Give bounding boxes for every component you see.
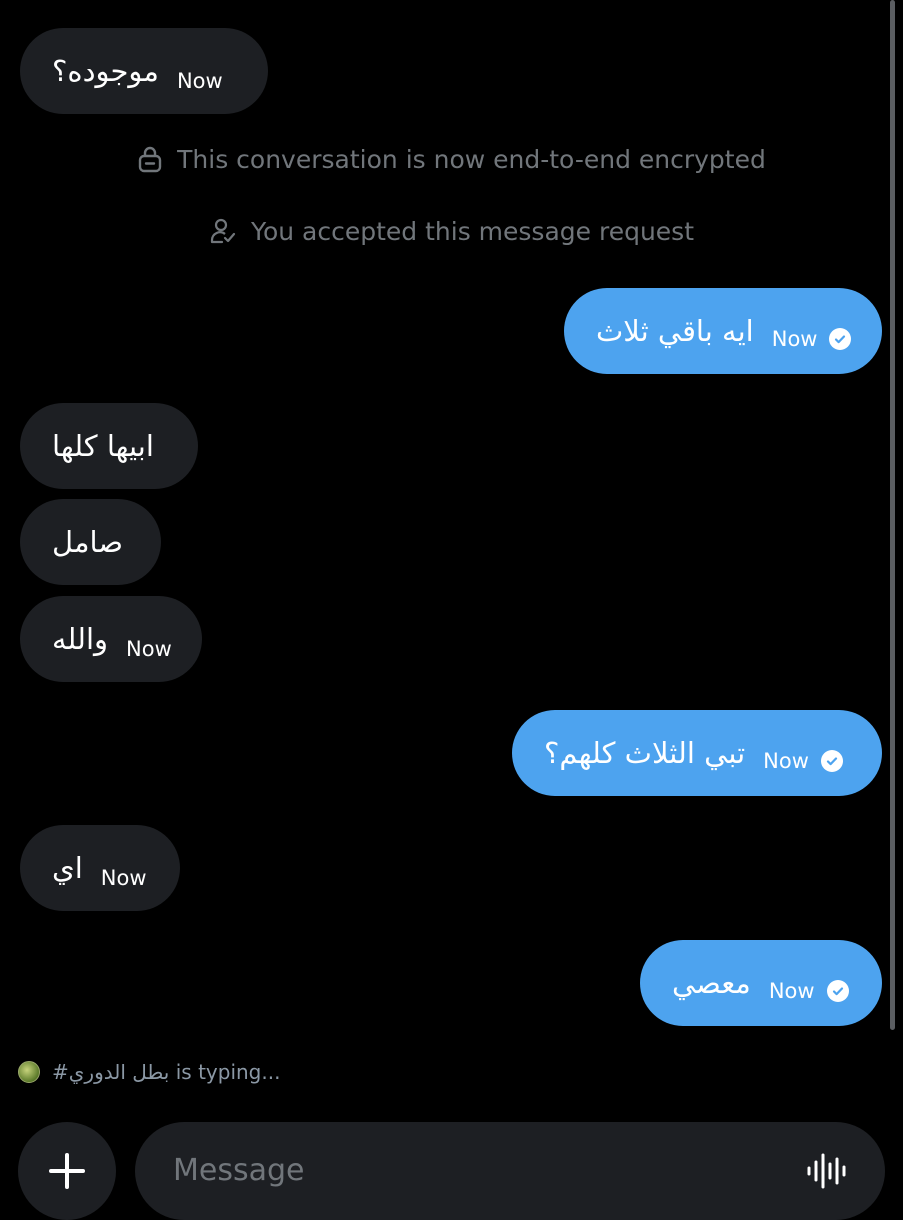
message-meta: Now: [772, 327, 852, 351]
message-meta: Now: [101, 866, 147, 890]
incoming-message[interactable]: صامل: [20, 499, 161, 585]
message-meta: Now: [177, 69, 223, 93]
incoming-message[interactable]: ابيها كلها: [20, 403, 198, 489]
incoming-message[interactable]: والله Now: [20, 596, 202, 682]
message-input[interactable]: [171, 1151, 735, 1189]
message-text: موجوده؟: [52, 54, 159, 88]
message-text: اي: [52, 851, 83, 885]
outgoing-message[interactable]: معصي Now: [640, 940, 882, 1026]
incoming-message[interactable]: اي Now: [20, 825, 180, 911]
voice-message-button[interactable]: [805, 1151, 849, 1191]
message-time: Now: [176, 69, 223, 93]
message-text: معصي: [672, 966, 751, 1000]
request-accepted-notice: You accepted this message request: [0, 214, 903, 248]
message-time: Now: [771, 327, 818, 351]
message-text: ايه باقي ثلاث: [596, 314, 754, 348]
plus-icon: [49, 1153, 85, 1189]
typing-indicator-text: #بطل الدوري is typing...: [52, 1060, 281, 1084]
message-meta: Now: [126, 637, 172, 661]
add-attachment-button[interactable]: [18, 1122, 116, 1220]
message-text: والله: [52, 622, 109, 656]
outgoing-message[interactable]: ايه باقي ثلاث Now: [564, 288, 882, 374]
encryption-notice: This conversation is now end-to-end encr…: [0, 142, 903, 176]
message-meta: Now: [763, 749, 843, 773]
avatar: [18, 1061, 40, 1083]
message-time: Now: [768, 979, 815, 1003]
typing-indicator: #بطل الدوري is typing...: [18, 1060, 280, 1084]
encryption-notice-text: This conversation is now end-to-end encr…: [177, 144, 766, 174]
message-text: ابيها كلها: [52, 429, 154, 463]
user-check-icon: [210, 218, 236, 244]
message-composer: [135, 1122, 885, 1220]
message-text: صامل: [52, 525, 123, 559]
outgoing-message[interactable]: تبي الثلاث كلهم؟ Now: [512, 710, 882, 796]
waveform-icon: [807, 1153, 846, 1189]
message-time: Now: [763, 749, 809, 773]
message-time: Now: [126, 637, 172, 661]
request-accepted-text: You accepted this message request: [251, 216, 694, 246]
message-meta: Now: [769, 979, 849, 1003]
read-check-icon: [826, 980, 849, 1002]
read-check-icon: [820, 750, 843, 772]
message-text: تبي الثلاث كلهم؟: [544, 736, 746, 770]
lock-icon: [138, 146, 162, 173]
message-time: Now: [100, 866, 147, 890]
read-check-icon: [829, 328, 852, 350]
incoming-message[interactable]: موجوده؟ Now: [20, 28, 268, 114]
